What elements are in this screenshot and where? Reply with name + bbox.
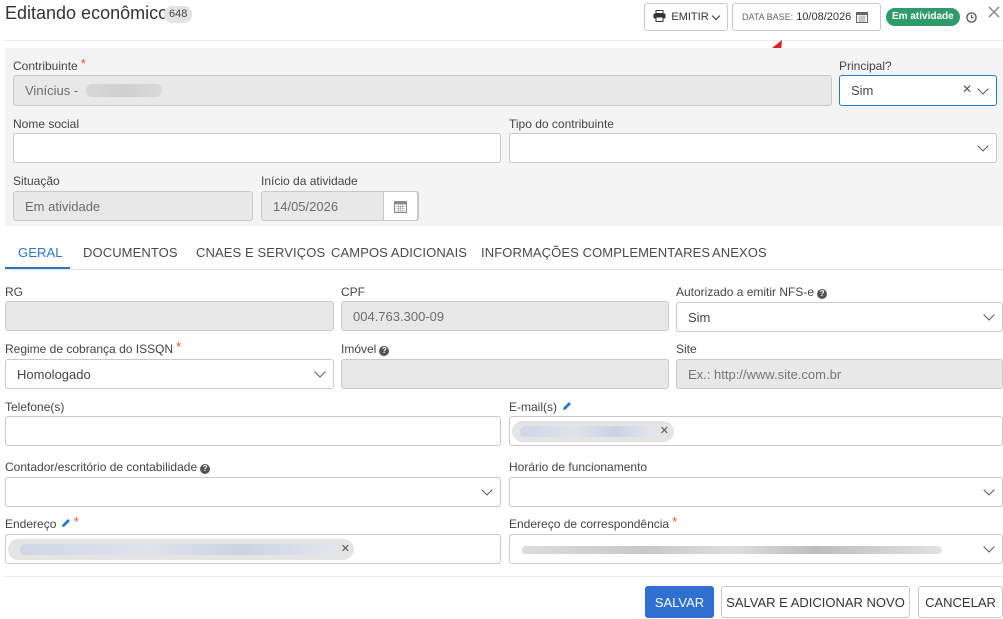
email-chip: ✕ — [512, 420, 674, 442]
tab-informacoes-complementares[interactable]: INFORMAÇÕES COMPLEMENTARES — [481, 245, 710, 260]
tab-geral[interactable]: GERAL — [18, 245, 63, 260]
nfse-value: Sim — [688, 309, 711, 325]
chevron-down-icon — [977, 82, 989, 95]
help-icon[interactable]: ? — [200, 464, 211, 474]
endereco-chip: ✕ — [8, 538, 354, 560]
email-input[interactable]: ✕ — [509, 416, 1003, 446]
tab-campos-adicionais[interactable]: CAMPOS ADICIONAIS — [331, 245, 467, 260]
site-label: Site — [676, 342, 697, 356]
principal-label: Principal? — [839, 59, 892, 73]
tab-documentos[interactable]: DOCUMENTOS — [83, 245, 178, 260]
situacao-value: Em atividade — [25, 198, 101, 214]
help-icon[interactable]: ? — [817, 289, 828, 299]
redacted-name — [86, 84, 163, 97]
nome-social-label: Nome social — [13, 117, 80, 131]
redacted-address — [20, 543, 336, 555]
cpf-label: CPF — [341, 285, 365, 299]
contador-label: Contador/escritório de contabilidade? — [5, 460, 211, 474]
site-placeholder: Ex.: http://www.site.com.br — [688, 366, 842, 382]
cancel-button[interactable]: CANCELAR — [918, 586, 1003, 618]
contribuinte-field[interactable]: Vinícius - — [13, 75, 832, 106]
redacted-email — [520, 425, 655, 437]
contribuinte-value: Vinícius - — [25, 83, 79, 98]
pencil-icon[interactable] — [61, 517, 71, 531]
cpf-value: 004.763.300-09 — [353, 308, 445, 324]
nfse-label: Autorizado a emitir NFS-e? — [676, 285, 828, 299]
tabs-divider — [5, 269, 1003, 270]
emitir-button[interactable]: EMITIR — [644, 3, 728, 31]
imovel-label: Imóvel? — [341, 342, 390, 356]
remove-chip-icon[interactable]: ✕ — [341, 542, 350, 555]
horario-select[interactable] — [509, 477, 1003, 507]
principal-select[interactable]: Sim ✕ — [839, 75, 997, 106]
redacted-correspondence — [522, 546, 942, 554]
data-base-label: DATA BASE: — [742, 12, 794, 22]
imovel-field[interactable] — [341, 359, 669, 389]
horario-label: Horário de funcionamento — [509, 460, 648, 474]
save-button[interactable]: SALVAR — [645, 586, 714, 618]
status-badge: Em atividade — [886, 8, 960, 26]
close-icon[interactable] — [988, 6, 1000, 21]
calendar-icon[interactable] — [383, 191, 418, 221]
contador-select[interactable] — [5, 477, 501, 507]
data-base-field[interactable]: DATA BASE: 10/08/2026 — [732, 3, 881, 31]
regime-select[interactable]: Homologado — [5, 359, 334, 389]
correspondencia-label: Endereço de correspondência * — [509, 514, 678, 531]
inicio-atividade-value: 14/05/2026 — [273, 198, 339, 214]
tipo-contribuinte-select[interactable] — [509, 133, 997, 163]
chevron-down-icon — [983, 309, 995, 321]
endereco-input[interactable]: ✕ — [5, 534, 501, 564]
chevron-down-icon — [977, 140, 989, 152]
email-label: E-mail(s) — [509, 400, 572, 414]
tab-anexos[interactable]: ANEXOS — [712, 245, 767, 260]
help-icon[interactable]: ? — [379, 346, 390, 356]
data-base-value: 10/08/2026 — [796, 11, 852, 23]
telefone-label: Telefone(s) — [5, 400, 65, 414]
clear-icon[interactable]: ✕ — [962, 82, 972, 96]
regime-label: Regime de cobrança do ISSQN * — [5, 339, 182, 356]
inicio-atividade-label: Início da atividade — [261, 174, 358, 188]
tab-cnaes-servicos[interactable]: CNAES E SERVIÇOS — [196, 245, 325, 260]
nfse-select[interactable]: Sim — [676, 302, 1003, 332]
telefone-input[interactable] — [5, 416, 501, 446]
chevron-down-icon — [983, 484, 995, 496]
remove-chip-icon[interactable]: ✕ — [660, 424, 669, 437]
correspondencia-select[interactable] — [509, 534, 1003, 564]
chevron-down-icon — [711, 11, 720, 20]
rg-label: RG — [5, 285, 23, 299]
chevron-down-icon — [983, 541, 995, 553]
clock-icon[interactable] — [966, 11, 977, 26]
rg-field[interactable] — [5, 301, 334, 331]
nome-social-input[interactable] — [13, 133, 501, 163]
contribuinte-label: Contribuinte * — [13, 56, 86, 73]
pencil-icon[interactable] — [562, 400, 572, 414]
emitir-label: EMITIR — [671, 11, 709, 23]
cpf-field[interactable]: 004.763.300-09 — [341, 301, 669, 331]
chevron-down-icon — [314, 366, 326, 378]
regime-value: Homologado — [17, 366, 91, 382]
chevron-down-icon — [481, 484, 493, 496]
calendar-icon — [856, 11, 869, 23]
inicio-atividade-field[interactable]: 14/05/2026 — [261, 191, 419, 221]
principal-value: Sim — [851, 83, 874, 98]
page-title: Editando econômico — [5, 3, 169, 23]
footer-divider — [5, 576, 1003, 577]
printer-icon — [653, 9, 666, 25]
situacao-label: Situação — [13, 174, 60, 188]
endereco-label: Endereço * — [5, 514, 79, 531]
save-and-add-new-button[interactable]: SALVAR E ADICIONAR NOVO — [721, 586, 910, 618]
tipo-contribuinte-label: Tipo do contribuinte — [509, 117, 614, 131]
id-badge: 648 — [164, 6, 193, 23]
site-input[interactable]: Ex.: http://www.site.com.br — [676, 359, 1003, 389]
situacao-field[interactable]: Em atividade — [13, 191, 253, 221]
header-divider — [5, 40, 1003, 41]
